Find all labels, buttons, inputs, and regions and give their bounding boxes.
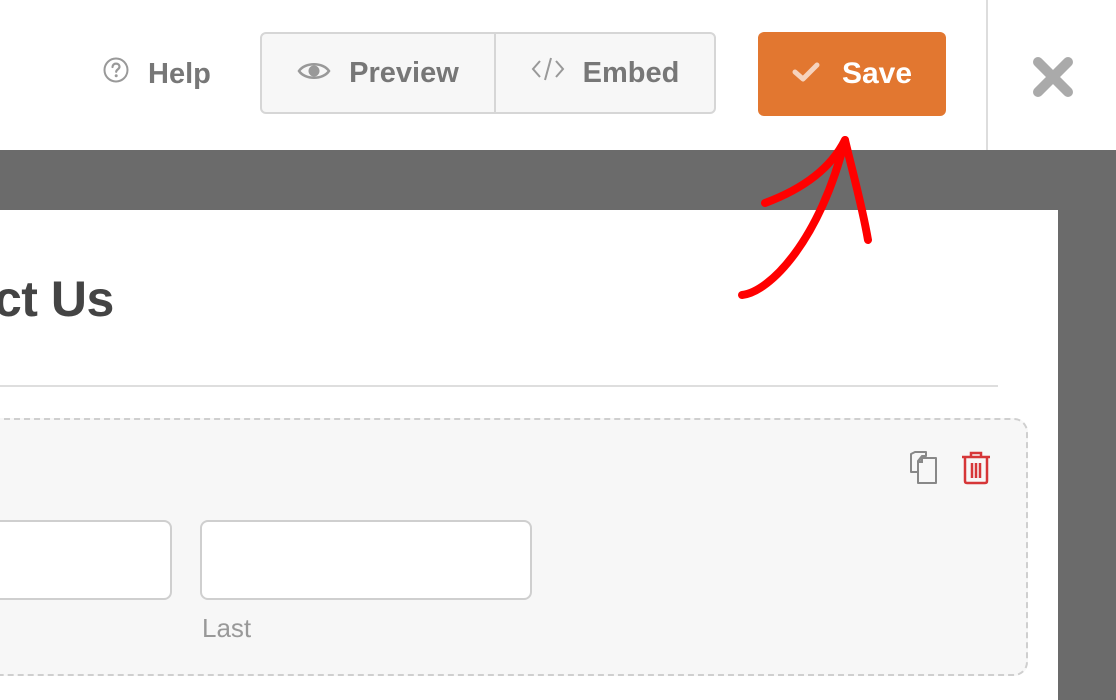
preview-button[interactable]: Preview xyxy=(262,34,496,112)
trash-icon xyxy=(962,451,990,485)
title-divider xyxy=(0,385,998,387)
preview-embed-group: Preview Embed xyxy=(260,32,716,114)
save-label: Save xyxy=(841,57,913,90)
embed-button[interactable]: Embed xyxy=(496,34,714,112)
delete-button[interactable] xyxy=(960,450,992,486)
code-icon xyxy=(531,55,565,91)
close-icon xyxy=(1033,57,1073,97)
save-button[interactable]: Save xyxy=(758,32,946,116)
duplicate-icon xyxy=(910,451,937,484)
form-title: ct Us xyxy=(0,271,114,327)
first-name-input[interactable] xyxy=(0,520,172,600)
last-name-input[interactable] xyxy=(200,520,532,600)
check-icon xyxy=(792,57,820,91)
preview-label: Preview xyxy=(349,56,459,89)
last-name-sublabel: Last xyxy=(202,613,252,643)
help-label: Help xyxy=(148,57,211,90)
toolbar-divider xyxy=(986,0,988,150)
close-button[interactable] xyxy=(1030,54,1076,100)
embed-label: Embed xyxy=(582,56,680,89)
help-button[interactable]: Help xyxy=(102,56,211,92)
builder-toolbar: Help Preview Embed Save xyxy=(0,0,1116,150)
question-circle-icon xyxy=(102,56,130,92)
duplicate-button[interactable] xyxy=(908,450,944,486)
eye-icon xyxy=(297,57,331,90)
